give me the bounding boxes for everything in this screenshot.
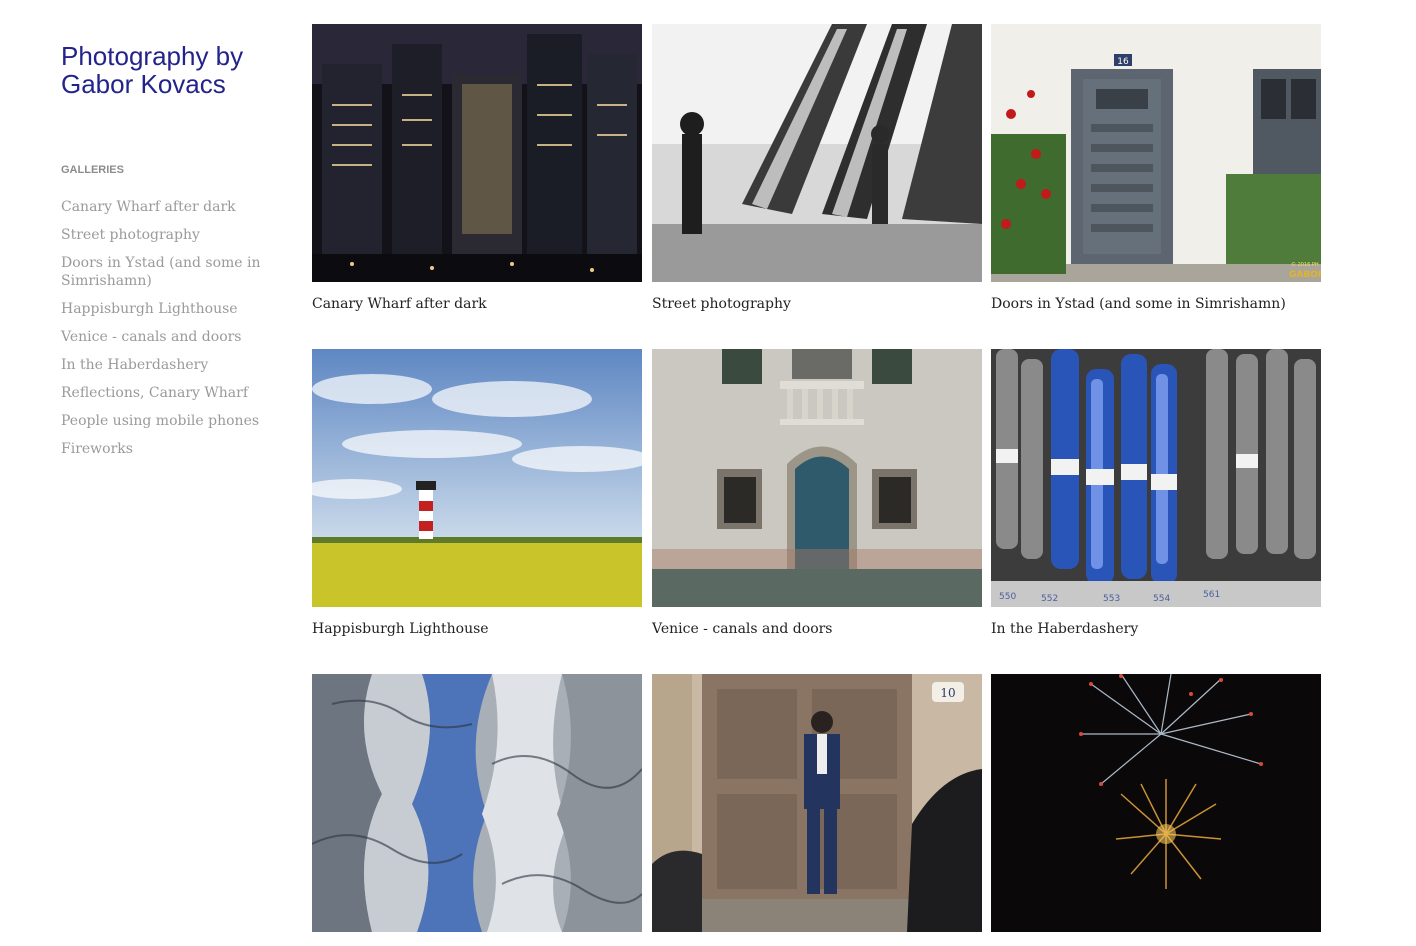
site-title[interactable]: Photography by Gabor Kovacs: [61, 42, 291, 98]
thread-number-553: 553: [1103, 594, 1120, 604]
gallery-caption[interactable]: Happisburgh Lighthouse: [312, 621, 642, 637]
site-title-line2: Gabor Kovacs: [61, 69, 226, 99]
gallery-caption[interactable]: Street photography: [652, 296, 982, 312]
nav-item-canary-wharf[interactable]: Canary Wharf after dark: [61, 198, 261, 216]
thread-number-561: 561: [1203, 590, 1220, 600]
gallery-tile-mobile-phones[interactable]: 10: [652, 674, 982, 946]
photo-signature: GABOR: [1289, 270, 1321, 280]
gallery-thumbnail[interactable]: [312, 24, 642, 282]
thread-number-552: 552: [1041, 594, 1058, 604]
thread-number-554: 554: [1153, 594, 1170, 604]
gallery-thumbnail[interactable]: 550 552 553 554 561: [991, 349, 1321, 607]
escalator-photo: [652, 24, 982, 282]
gallery-caption[interactable]: In the Haberdashery: [991, 621, 1321, 637]
gallery-tile-fireworks[interactable]: [991, 674, 1321, 946]
nav-item-happisburgh[interactable]: Happisburgh Lighthouse: [61, 300, 261, 318]
venice-door-photo: [652, 349, 982, 607]
nav-item-street-photography[interactable]: Street photography: [61, 226, 261, 244]
gallery-tile-reflections[interactable]: [312, 674, 642, 946]
gallery-thumbnail[interactable]: 16 © 2016 PH GABOR: [991, 24, 1321, 282]
lighthouse-photo: [312, 349, 642, 607]
gallery-tile-haberdashery[interactable]: 550 552 553 554 561 In the Haberdashery: [991, 349, 1321, 637]
gallery-tile-happisburgh[interactable]: Happisburgh Lighthouse: [312, 349, 642, 637]
nav-item-fireworks[interactable]: Fireworks: [61, 440, 261, 458]
gallery-tile-canary-wharf[interactable]: Canary Wharf after dark: [312, 24, 642, 312]
mobile-phone-photo: 10: [652, 674, 982, 932]
nav-item-venice[interactable]: Venice - canals and doors: [61, 328, 261, 346]
nav-item-reflections[interactable]: Reflections, Canary Wharf: [61, 384, 261, 402]
galleries-nav: Canary Wharf after dark Street photograp…: [61, 198, 261, 468]
gallery-thumbnail[interactable]: [312, 349, 642, 607]
gallery-caption[interactable]: Venice - canals and doors: [652, 621, 982, 637]
gallery-tile-doors-ystad[interactable]: 16 © 2016 PH GABOR Doors in Ystad (and s…: [991, 24, 1321, 312]
gallery-thumbnail[interactable]: [652, 349, 982, 607]
gallery-tile-street-photography[interactable]: Street photography: [652, 24, 982, 312]
photo-credit: © 2016 PH: [1291, 261, 1319, 268]
galleries-heading: GALLERIES: [61, 164, 124, 176]
gallery-thumbnail[interactable]: [991, 674, 1321, 932]
nav-item-haberdashery[interactable]: In the Haberdashery: [61, 356, 261, 374]
gallery-thumbnail[interactable]: 10: [652, 674, 982, 932]
threads-photo: 550 552 553 554 561: [991, 349, 1321, 607]
site-title-line1: Photography by: [61, 41, 244, 71]
fireworks-photo: [991, 674, 1321, 932]
nav-item-doors-ystad[interactable]: Doors in Ystad (and some in Simrishamn): [61, 254, 261, 290]
thread-number-550: 550: [999, 592, 1016, 602]
gallery-caption[interactable]: Doors in Ystad (and some in Simrishamn): [991, 296, 1321, 312]
gallery-tile-venice[interactable]: Venice - canals and doors: [652, 349, 982, 637]
gallery-caption[interactable]: Canary Wharf after dark: [312, 296, 642, 312]
gallery-thumbnail[interactable]: [652, 24, 982, 282]
door-number: 16: [1117, 57, 1129, 67]
canary-wharf-photo: [312, 24, 642, 282]
nav-item-mobile-phones[interactable]: People using mobile phones: [61, 412, 261, 430]
gallery-thumbnail[interactable]: [312, 674, 642, 932]
reflections-photo: [312, 674, 642, 932]
house-number: 10: [940, 686, 955, 700]
ystad-door-photo: 16 © 2016 PH GABOR: [991, 24, 1321, 282]
